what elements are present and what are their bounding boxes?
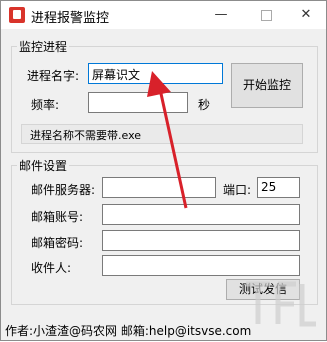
mail-group-title: 邮件设置 [17, 157, 70, 174]
maximize-icon [251, 4, 281, 26]
monitor-group-title: 监控进程 [17, 38, 70, 55]
frequency-label: 频率: [31, 98, 60, 112]
frequency-unit-label: 秒 [198, 98, 211, 112]
process-name-label: 进程名字: [27, 69, 80, 83]
title-bar[interactable]: 进程报警监控 — ✕ [1, 1, 326, 29]
frequency-input[interactable] [88, 92, 188, 113]
watermark-logo [246, 281, 316, 327]
port-label: 端口: [223, 183, 252, 197]
email-password-label: 邮箱密码: [31, 236, 84, 250]
start-monitor-button[interactable]: 开始监控 [231, 63, 303, 108]
author-email-footer: 作者:小渣渣@码农网 邮箱:help@itsvse.com [5, 324, 252, 338]
email-account-input[interactable] [102, 204, 300, 225]
window-title: 进程报警监控 [31, 11, 110, 26]
mail-server-label: 邮件服务器: [31, 183, 96, 197]
app-icon [9, 7, 25, 23]
exe-hint-text: 进程名称不需要带.exe [21, 124, 303, 144]
port-input[interactable]: 25 [257, 177, 300, 198]
process-name-input[interactable]: 屏幕识文 [88, 63, 223, 84]
recipient-input[interactable] [102, 255, 300, 276]
minimize-icon[interactable]: — [206, 4, 236, 26]
mail-server-input[interactable] [102, 177, 216, 198]
recipient-label: 收件人: [31, 261, 72, 275]
email-password-input[interactable] [102, 230, 300, 251]
email-account-label: 邮箱账号: [31, 210, 84, 224]
app-window: 进程报警监控 — ✕ 监控进程 进程名字: 屏幕识文 频率: 秒 开始监控 进程… [0, 0, 327, 341]
close-icon[interactable]: ✕ [291, 4, 321, 26]
